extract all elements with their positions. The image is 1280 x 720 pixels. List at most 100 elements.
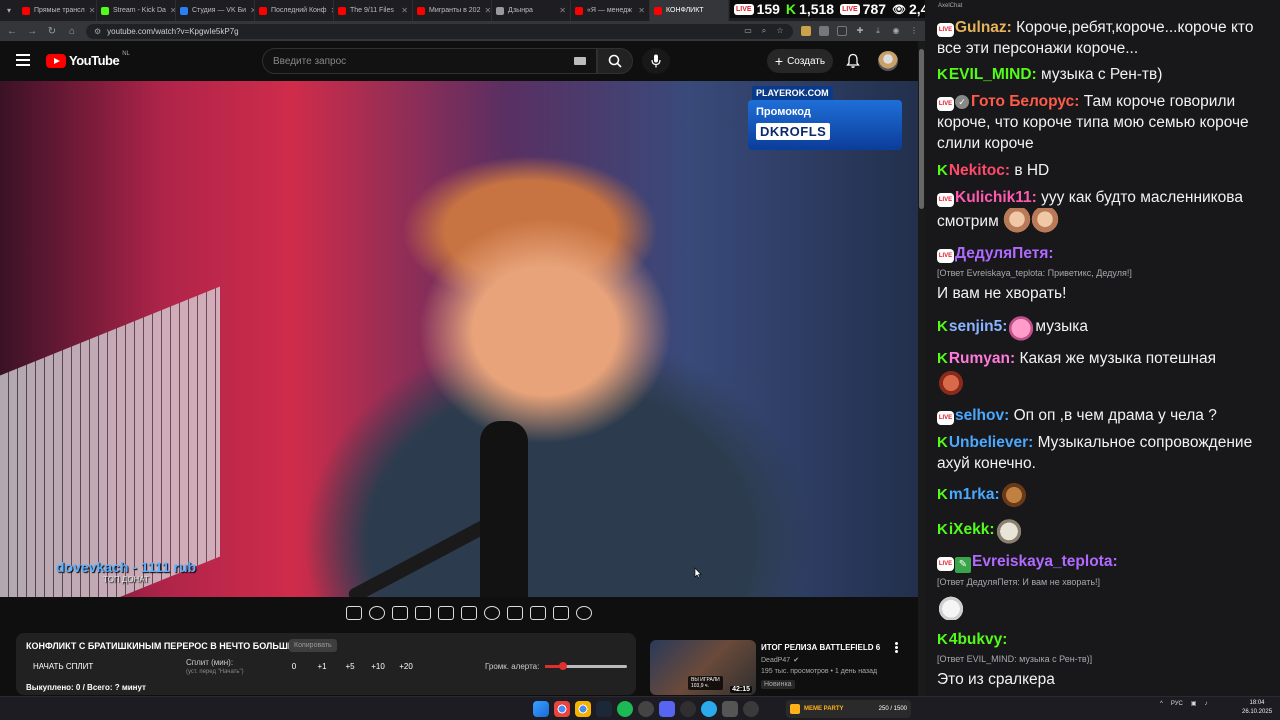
meme-party-widget[interactable]: MEME PARTY 250 / 1500 xyxy=(786,700,911,718)
recommended-title[interactable]: ИТОГ РЕЛИЗА BATTLEFIELD 6 xyxy=(761,643,880,652)
puzzle-icon[interactable]: ✚ xyxy=(855,26,865,36)
close-icon[interactable]: ✕ xyxy=(401,6,408,15)
close-icon[interactable]: ✕ xyxy=(559,6,566,15)
app-icon[interactable] xyxy=(743,701,759,717)
close-icon[interactable]: ✕ xyxy=(638,6,645,15)
microphone xyxy=(480,421,528,597)
chrome-icon[interactable] xyxy=(554,701,570,717)
create-button[interactable]: + Создать xyxy=(767,49,833,73)
clock[interactable]: 18:04 26.10.2025 xyxy=(1242,699,1272,717)
browser-tab-active[interactable]: КОНФЛИКТ xyxy=(650,0,729,21)
more-options-icon[interactable] xyxy=(895,642,899,654)
browser-tab[interactable]: Студия — VK Би✕ xyxy=(176,0,255,21)
video-player[interactable]: PLAYEROK.COM Промокод DKROFLS dovevkach … xyxy=(0,81,918,597)
steam-icon[interactable] xyxy=(596,701,612,717)
hamburger-menu-icon[interactable] xyxy=(16,54,30,66)
promo-site: PLAYEROK.COM xyxy=(752,86,833,100)
played-value: 103,9 ч. xyxy=(691,683,709,689)
page-scrollbar[interactable] xyxy=(918,41,925,696)
split-value-button[interactable]: +1 xyxy=(308,662,336,671)
add-icon[interactable] xyxy=(530,606,546,620)
split-value-button[interactable]: +10 xyxy=(364,662,392,671)
player-controls xyxy=(0,597,918,629)
reload-icon[interactable]: ↻ xyxy=(46,26,58,37)
search-button[interactable] xyxy=(597,48,633,74)
avatar[interactable] xyxy=(878,51,898,71)
url-field[interactable]: ⚙ youtube.com/watch?v=KpgwIe5kP7g ▭ ⌕ ☆ xyxy=(86,23,793,39)
browser-tab[interactable]: Мигранты в 202 ✕ xyxy=(413,0,492,21)
windows-start-icon[interactable] xyxy=(533,701,549,717)
keyboard-icon[interactable] xyxy=(574,57,586,65)
live-count: 787 xyxy=(862,1,887,17)
menu-dots-icon[interactable]: ⋮ xyxy=(909,26,919,36)
forward-icon[interactable]: → xyxy=(26,26,38,37)
tab-list-icon[interactable]: ▾ xyxy=(0,0,18,21)
notifications-bell-icon[interactable] xyxy=(845,53,861,69)
speed-icon[interactable] xyxy=(392,606,408,620)
download-icon[interactable]: ⤓ xyxy=(873,26,883,36)
picture-in-picture-icon[interactable] xyxy=(507,606,523,620)
live-count: 159 xyxy=(756,1,780,17)
split-label: Сплит (мин): xyxy=(186,658,234,667)
recommended-thumbnail[interactable]: ВЫ ИГРАЛИ 103,9 ч. 42:15 xyxy=(650,640,756,695)
theater-icon[interactable] xyxy=(438,606,454,620)
obs-icon[interactable] xyxy=(680,701,696,717)
taskbar: MEME PARTY 250 / 1500 ^ РУС ▣ ♪ 18:04 26… xyxy=(0,696,1280,720)
telegram-icon[interactable] xyxy=(701,701,717,717)
browser-tab[interactable]: The 9/11 Files ✕ xyxy=(334,0,413,21)
install-icon[interactable]: ▭ xyxy=(743,26,753,36)
extension-icon[interactable] xyxy=(819,26,829,36)
site-info-icon[interactable]: ⚙ xyxy=(94,27,101,36)
screenshot-icon[interactable] xyxy=(553,606,569,620)
volume-icon[interactable]: ♪ xyxy=(1205,701,1208,707)
cinema-icon[interactable] xyxy=(461,606,477,620)
clip-icon[interactable] xyxy=(415,606,431,620)
close-icon[interactable]: ✕ xyxy=(484,6,491,15)
emote-icon xyxy=(1003,208,1032,236)
split-value-button[interactable]: 0 xyxy=(280,662,308,671)
search-input[interactable]: Введите запрос xyxy=(262,48,597,74)
gauge-icon[interactable] xyxy=(484,606,500,620)
start-split-button[interactable]: НАЧАТЬ СПЛИТ xyxy=(33,662,93,671)
star-icon[interactable]: ☆ xyxy=(775,26,785,36)
audio-icon[interactable] xyxy=(369,606,385,620)
close-icon[interactable]: ✕ xyxy=(89,6,96,15)
chat-message: LIVE Kulichik11: ууу как будто масленнико… xyxy=(937,187,1272,236)
chat-reply-quote: [Ответ Evreiskaya_teplota: Приветикс, Де… xyxy=(937,268,1132,278)
piano-keyboard xyxy=(0,286,220,597)
language-indicator[interactable]: РУС xyxy=(1171,701,1183,707)
browser-tab[interactable]: Последний Конф✕ xyxy=(255,0,334,21)
browser-tab[interactable]: Stream - Kick Da ✕ xyxy=(97,0,176,21)
app-icon[interactable] xyxy=(722,701,738,717)
network-icon[interactable]: ▣ xyxy=(1191,700,1197,707)
chrome-icon[interactable] xyxy=(575,701,591,717)
recommended-channel[interactable]: DeadP47 ✔ xyxy=(761,656,799,665)
scrollbar-thumb[interactable] xyxy=(919,49,924,209)
settings-gear-icon[interactable] xyxy=(576,606,592,620)
extension-icon[interactable] xyxy=(801,26,811,36)
browser-tab[interactable]: Прямые трансл ✕ xyxy=(18,0,97,21)
tab-favicon xyxy=(180,6,188,15)
app-icon[interactable] xyxy=(638,701,654,717)
spotify-icon[interactable] xyxy=(617,701,633,717)
alert-volume-slider[interactable] xyxy=(545,662,627,670)
split-value-button[interactable]: +5 xyxy=(336,662,364,671)
loop-icon[interactable] xyxy=(346,606,362,620)
back-icon[interactable]: ← xyxy=(6,26,18,37)
discord-icon[interactable] xyxy=(659,701,675,717)
youtube-logo[interactable]: YouTube NL xyxy=(46,51,130,68)
clock-time: 18:04 xyxy=(1249,700,1265,706)
chat-username: selhov: xyxy=(955,407,1010,424)
split-value-button[interactable]: +20 xyxy=(392,662,420,671)
voice-search-button[interactable] xyxy=(642,48,670,74)
browser-tab[interactable]: Дзынра ✕ xyxy=(492,0,571,21)
copy-button[interactable]: Копировать xyxy=(289,639,337,652)
home-icon[interactable]: ⌂ xyxy=(66,26,78,37)
chat-username: iXekk: xyxy=(948,521,995,539)
zoom-icon[interactable]: ⌕ xyxy=(759,26,769,36)
profile-icon[interactable]: ◉ xyxy=(891,26,901,36)
extension-icon[interactable] xyxy=(837,26,847,36)
browser-tab[interactable]: «Я — менедж ✕ xyxy=(571,0,650,21)
alert-volume-thumb[interactable] xyxy=(559,662,568,670)
tray-arrow-icon[interactable]: ^ xyxy=(1160,701,1163,707)
